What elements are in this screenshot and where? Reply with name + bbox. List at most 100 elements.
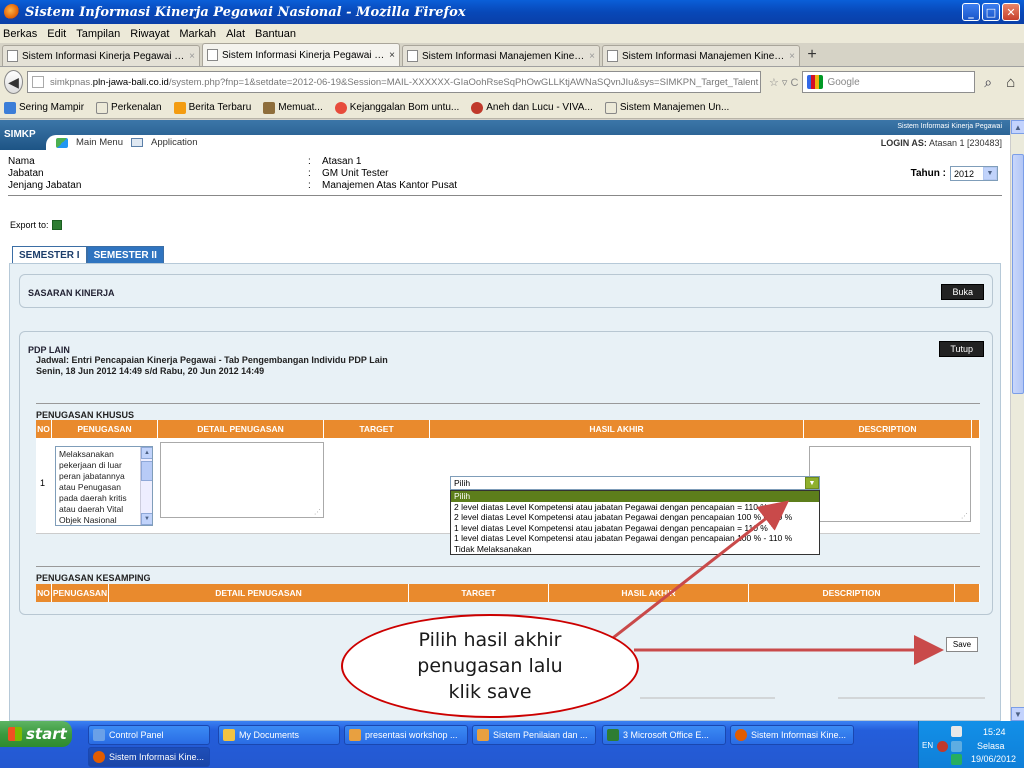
google-icon[interactable] [807,75,824,89]
scroll-up-icon[interactable]: ▲ [141,447,152,459]
col-detail: DETAIL PENUGASAN [109,584,409,602]
hasil-akhir-select[interactable]: Pilih ▼ [450,476,820,490]
firefox-icon [735,729,747,741]
profile-nama: Atasan 1 [322,156,362,167]
site-icon [471,101,484,114]
pdp-lain-box: PDP LAIN Tutup Jadwal: Entri Pencapaian … [19,331,993,615]
textarea-scrollbar[interactable]: ▲ ▼ [140,447,152,525]
dropdown-option[interactable]: 1 level diatas Level Kompetensi atau jab… [451,533,819,544]
back-arrow-icon[interactable]: ◀ [4,70,24,94]
scroll-down-icon[interactable]: ▼ [141,513,152,525]
scroll-up-icon[interactable]: ▲ [1011,120,1024,134]
bookmark-memuat[interactable]: Memuat... [263,101,323,114]
browser-tab[interactable]: Sistem Informasi Kinerja Pegawai Nasiona… [2,45,200,66]
scrollbar-thumb[interactable] [1012,154,1024,394]
new-tab-button[interactable]: + [802,45,822,65]
tab-semester-1[interactable]: SEMESTER I [12,246,87,264]
taskbar-item-my-documents[interactable]: My Documents [218,725,340,745]
maximize-button[interactable]: □ [982,3,1000,21]
application-link[interactable]: Application [151,137,197,148]
taskbar-item-presentasi[interactable]: presentasi workshop ... [344,725,468,745]
profile-jabatan: GM Unit Tester [322,168,389,179]
browser-tab[interactable]: Sistem Informasi Manajemen Kinerja Peg..… [402,45,600,66]
bookmark-label: Sistem Manajemen Un... [619,102,730,113]
bookmark-aneh-lucu[interactable]: Aneh dan Lucu - VIVA... [471,101,593,114]
folder-icon [223,729,235,741]
close-window-button[interactable]: ✕ [1002,3,1020,21]
search-magnifier-icon[interactable]: ⌕ [979,71,998,93]
tray-arrow-icon[interactable] [937,741,948,752]
clock-time[interactable]: 15:24 [983,727,1006,737]
bookmark-sistem-manajemen[interactable]: Sistem Manajemen Un... [604,101,730,114]
divider [36,403,980,404]
url-bar[interactable]: simkpnas.pln-jawa-bali.co.id/system.php?… [27,71,762,93]
bookmark-label: Perkenalan [111,102,162,113]
tab-close-icon[interactable]: × [389,50,395,61]
main-menu-link[interactable]: Main Menu [76,137,123,148]
rss-icon [173,101,186,114]
dropdown-option[interactable]: 2 level diatas Level Kompetensi atau jab… [451,502,819,513]
menu-bantuan[interactable]: Bantuan [255,28,296,40]
col-penugasan: PENUGASAN [52,420,158,438]
penugasan-textarea[interactable]: Melaksanakan pekerjaan di luar peran jab… [55,446,153,526]
taskbar-item-firefox[interactable]: Sistem Informasi Kine... [730,725,854,745]
browser-tab[interactable]: Sistem Informasi Manajemen Kinerja Peg..… [602,45,800,66]
excel-icon [607,729,619,741]
minimize-button[interactable]: _ [962,3,980,21]
kesamping-table-header: NO PENUGASAN DETAIL PENUGASAN TARGET HAS… [36,584,980,602]
menu-riwayat[interactable]: Riwayat [130,28,169,40]
language-indicator[interactable]: EN [922,741,933,750]
menu-tampilan[interactable]: Tampilan [76,28,120,40]
chevron-down-icon[interactable]: ▼ [983,167,997,180]
menu-markah[interactable]: Markah [179,28,216,40]
dropdown-option[interactable]: 2 level diatas Level Kompetensi atau jab… [451,512,819,523]
bookmark-star-icon[interactable]: ☆ ▿ C [765,76,798,89]
tutup-button[interactable]: Tutup [939,341,984,357]
main-menu-icon[interactable] [56,137,68,148]
bookmark-sering-mampir[interactable]: Sering Mampir [4,101,84,114]
window-title-bar[interactable]: Sistem Informasi Kinerja Pegawai Nasiona… [0,0,1024,24]
page-icon [96,101,109,114]
home-icon[interactable]: ⌂ [1001,71,1020,93]
security-icon[interactable] [951,754,962,765]
search-box[interactable]: Google [802,71,975,93]
save-button[interactable]: Save [946,637,978,652]
tab-close-icon[interactable]: × [189,51,195,62]
scroll-down-icon[interactable]: ▼ [1011,707,1024,721]
tab-semester-2[interactable]: SEMESTER II [86,246,164,264]
dropdown-option[interactable]: Pilih [451,491,819,502]
taskbar-item-office-excel[interactable]: 3 Microsoft Office E... [602,725,726,745]
bookmark-berita-terbaru[interactable]: Berita Terbaru [173,101,251,114]
tab-close-icon[interactable]: × [589,51,595,62]
taskbar-item-firefox-active[interactable]: Sistem Informasi Kine... [88,747,210,767]
page-scrollbar[interactable]: ▲ ▼ [1010,120,1024,721]
app-menu-bar: Main Menu Application LOGIN AS: Atasan 1… [46,135,1010,150]
network-icon[interactable] [951,726,962,737]
tab-bar: Sistem Informasi Kinerja Pegawai Nasiona… [0,43,1024,67]
site-identity-icon[interactable] [32,76,45,88]
chevron-down-icon[interactable]: ▼ [805,477,819,489]
menu-alat[interactable]: Alat [226,28,245,40]
application-icon[interactable] [131,138,143,147]
dropdown-option[interactable]: 1 level diatas Level Kompetensi atau jab… [451,523,819,534]
bookmark-perkenalan[interactable]: Perkenalan [96,101,162,114]
menu-edit[interactable]: Edit [47,28,66,40]
volume-icon[interactable] [951,741,962,752]
tab-close-icon[interactable]: × [789,51,795,62]
dropdown-option[interactable]: Tidak Melaksanakan [451,544,819,555]
year-select[interactable]: 2012 ▼ [950,166,998,181]
clock-date: 19/06/2012 [971,754,1017,764]
buka-button[interactable]: Buka [941,284,984,300]
firefox-icon [4,4,20,20]
detail-penugasan-textarea[interactable] [160,442,324,518]
description-textarea[interactable] [809,446,971,522]
bookmark-kejanggalan[interactable]: Kejanggalan Bom untu... [334,101,459,114]
app-logo: SIMKP [4,129,36,140]
menu-berkas[interactable]: Berkas [3,28,37,40]
excel-icon[interactable] [51,220,62,230]
browser-tab-active[interactable]: Sistem Informasi Kinerja Pegawai Nasiona… [202,43,400,66]
page-icon [604,101,617,114]
start-button[interactable]: start [0,721,72,747]
taskbar-item-control-panel[interactable]: Control Panel [88,725,210,745]
taskbar-item-sistem-penilaian[interactable]: Sistem Penilaian dan ... [472,725,596,745]
